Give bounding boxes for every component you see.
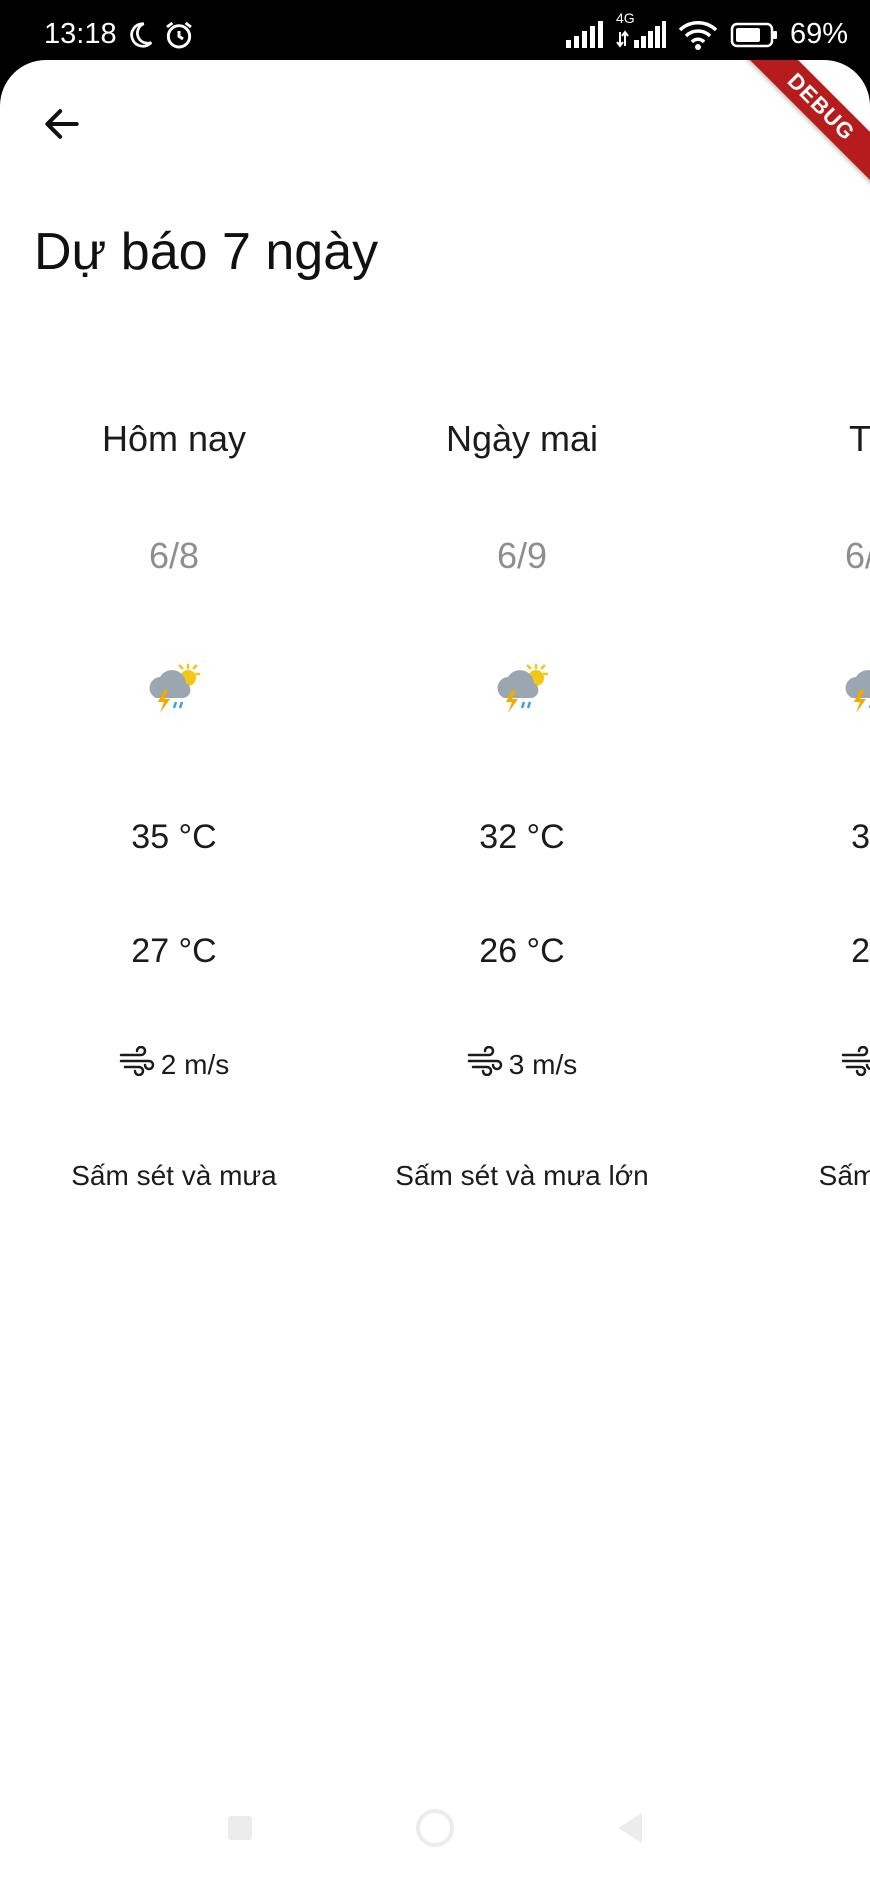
weather-description: Sấm sét và mưa bbox=[71, 1160, 277, 1191]
day-name: Hôm nay bbox=[101, 418, 247, 459]
forecast-day-tomorrow: Ngày mai 6/9 32 °C 26 °C 3 m/s Sấm sét v… bbox=[348, 60, 696, 1360]
wind-info: 2 m/s bbox=[0, 1045, 348, 1083]
app-screen: DEBUG Dự báo 7 ngày Hôm nay 6/8 35 °C 27… bbox=[0, 60, 870, 1884]
system-nav-bar bbox=[0, 1774, 870, 1884]
battery-percent: 69% bbox=[789, 18, 848, 50]
signal-icon bbox=[564, 20, 604, 50]
temp-min: 26 °C bbox=[479, 932, 565, 970]
alarm-icon bbox=[163, 19, 195, 51]
triangle-back-icon bbox=[614, 1810, 646, 1851]
thunderstorm-sun-icon bbox=[490, 660, 554, 725]
temp-max: 32 °C bbox=[479, 818, 565, 856]
back-nav-button[interactable] bbox=[608, 1808, 652, 1852]
wind-info: 3 m/s bbox=[348, 1045, 696, 1083]
wind-icon bbox=[119, 1045, 155, 1083]
temp-min: 27 °C bbox=[131, 932, 217, 970]
weather-description: Sấm sét và mưa lớn bbox=[395, 1160, 649, 1191]
home-button[interactable] bbox=[413, 1808, 457, 1852]
day-name: Ngày mai bbox=[445, 418, 599, 459]
recents-button[interactable] bbox=[218, 1808, 262, 1852]
wind-icon bbox=[841, 1045, 870, 1083]
forecast-day-third: Th 6/1 35 26 2 bbox=[696, 60, 870, 1360]
temp-max: 35 bbox=[851, 818, 870, 856]
day-date: 6/1 bbox=[844, 535, 870, 576]
forecast-day-today: Hôm nay 6/8 35 °C 27 °C 2 m/s Sấm sét và… bbox=[0, 60, 348, 1360]
moon-icon bbox=[125, 20, 155, 50]
wind-info: 2 bbox=[696, 1045, 870, 1083]
forecast-list[interactable]: Hôm nay 6/8 35 °C 27 °C 2 m/s Sấm sét và… bbox=[0, 60, 870, 1360]
thunderstorm-sun-icon bbox=[838, 660, 870, 725]
day-date: 6/9 bbox=[496, 535, 548, 576]
day-name: Th bbox=[848, 418, 870, 459]
battery-icon bbox=[730, 22, 778, 48]
wind-speed: 3 m/s bbox=[508, 1048, 578, 1080]
status-time: 13:18 bbox=[44, 18, 117, 50]
thunderstorm-sun-icon bbox=[142, 660, 206, 725]
square-icon bbox=[225, 1813, 255, 1848]
day-date: 6/8 bbox=[148, 535, 200, 576]
temp-min: 26 bbox=[851, 932, 870, 970]
signal-4g-icon: 4G bbox=[616, 10, 666, 50]
network-type: 4G bbox=[615, 9, 635, 26]
circle-icon bbox=[414, 1807, 456, 1854]
status-bar: 13:18 4G 69% bbox=[0, 0, 870, 64]
temp-max: 35 °C bbox=[131, 818, 217, 856]
wind-icon bbox=[467, 1045, 503, 1083]
wind-speed: 2 m/s bbox=[160, 1048, 230, 1080]
wifi-icon bbox=[678, 19, 718, 51]
weather-description: Sấm sét bbox=[818, 1160, 870, 1191]
